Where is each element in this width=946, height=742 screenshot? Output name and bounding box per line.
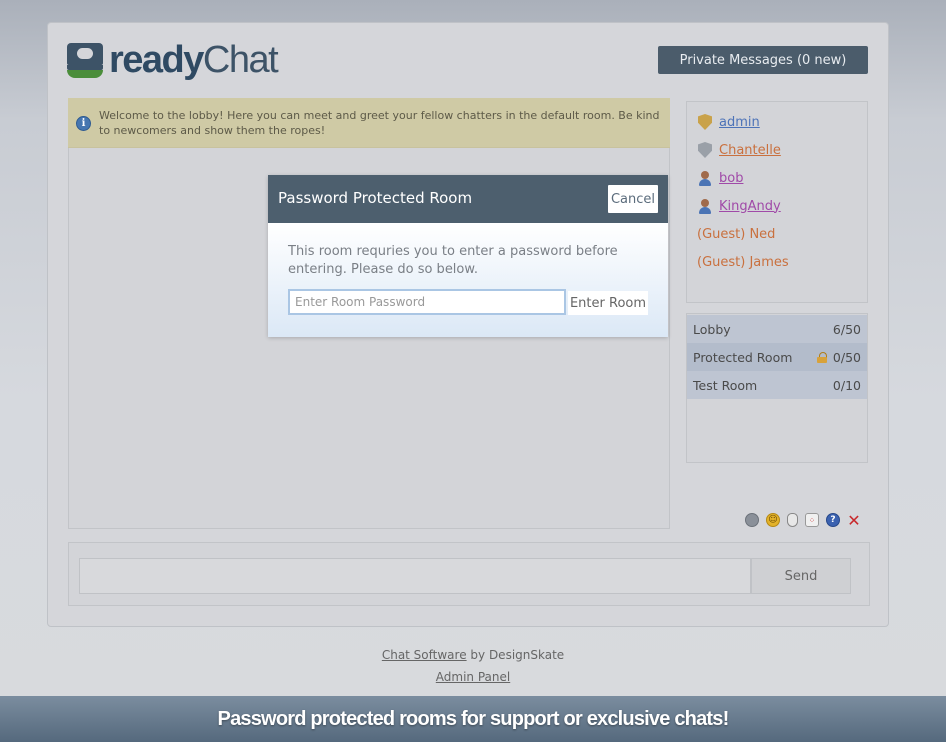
cancel-button[interactable]: Cancel [608, 185, 658, 213]
gold-shield-icon [698, 114, 712, 130]
chat-software-link[interactable]: Chat Software [382, 648, 467, 662]
notice-text: Welcome to the lobby! Here you can meet … [99, 109, 660, 137]
modal-message: This room requries you to enter a passwo… [288, 244, 618, 277]
enter-room-button[interactable]: Enter Room [568, 291, 648, 315]
footer-by-text: by DesignSkate [466, 648, 565, 662]
room-name: Lobby [693, 321, 731, 337]
admin-panel-link[interactable]: Admin Panel [436, 670, 510, 684]
user-item-guest-james: (Guest) James [697, 252, 789, 272]
user-item-chantelle[interactable]: Chantelle [698, 140, 781, 160]
modal-header: Password Protected Room Cancel [268, 175, 668, 223]
dice-icon[interactable]: ⁘ [805, 513, 819, 527]
user-name[interactable]: admin [719, 115, 760, 130]
promo-banner: Password protected rooms for support or … [0, 696, 946, 742]
modal-title: Password Protected Room [278, 189, 473, 207]
room-item-protected-room[interactable]: Protected Room 0/50 [687, 343, 867, 371]
info-icon: i [76, 116, 91, 131]
silver-shield-icon [698, 142, 712, 158]
room-item-lobby[interactable]: Lobby 6/50 [687, 315, 867, 343]
send-button[interactable]: Send [751, 558, 851, 594]
user-item-admin[interactable]: admin [698, 112, 760, 132]
room-count: 0/10 [832, 377, 861, 393]
room-count: 0/50 [832, 349, 861, 365]
user-item-kingandy[interactable]: KingAndy [698, 196, 781, 216]
room-item-test-room[interactable]: Test Room 0/10 [687, 371, 867, 399]
room-name: Test Room [693, 377, 758, 393]
logo-text: readyChat [109, 39, 279, 81]
lock-icon [816, 351, 827, 363]
user-name[interactable]: Chantelle [719, 143, 781, 158]
private-messages-button[interactable]: Private Messages (0 new) [658, 46, 868, 74]
user-item-guest-ned: (Guest) Ned [697, 224, 775, 244]
search-icon[interactable] [745, 513, 759, 527]
modal-body: This room requries you to enter a passwo… [268, 223, 668, 337]
readychat-logo: readyChat [67, 39, 279, 81]
user-item-bob[interactable]: bob [698, 168, 743, 188]
room-count: 6/50 [832, 321, 861, 337]
smiley-icon[interactable]: ☺ [766, 513, 780, 527]
user-name: (Guest) Ned [697, 226, 776, 242]
room-list: Lobby 6/50 Protected Room 0/50 Test Room… [686, 313, 868, 463]
password-modal: Password Protected Room Cancel This room… [268, 175, 668, 337]
lobby-notice: i Welcome to the lobby! Here you can mee… [68, 98, 670, 148]
chat-toolbar: ☺ ⁘ ? ✕ [745, 511, 861, 530]
footer-admin: Admin Panel [0, 670, 946, 684]
logo-mark-icon [67, 43, 103, 78]
user-list: admin Chantelle bob KingAndy (Guest) Ned… [686, 101, 868, 303]
user-icon [698, 170, 712, 186]
logo-text-ready: ready [109, 39, 204, 81]
close-icon[interactable]: ✕ [847, 511, 861, 530]
help-icon[interactable]: ? [826, 513, 840, 527]
room-password-input[interactable]: Enter Room Password [288, 289, 566, 315]
message-input[interactable] [79, 558, 751, 594]
user-name: (Guest) James [697, 254, 789, 270]
mouse-icon[interactable] [787, 513, 798, 527]
room-name: Protected Room [693, 349, 793, 365]
footer-credit: Chat Software by DesignSkate [0, 648, 946, 662]
logo-text-chat: Chat [202, 39, 279, 81]
user-name[interactable]: KingAndy [719, 199, 781, 214]
user-name[interactable]: bob [719, 171, 743, 186]
user-icon [698, 198, 712, 214]
banner-text: Password protected rooms for support or … [217, 707, 730, 730]
